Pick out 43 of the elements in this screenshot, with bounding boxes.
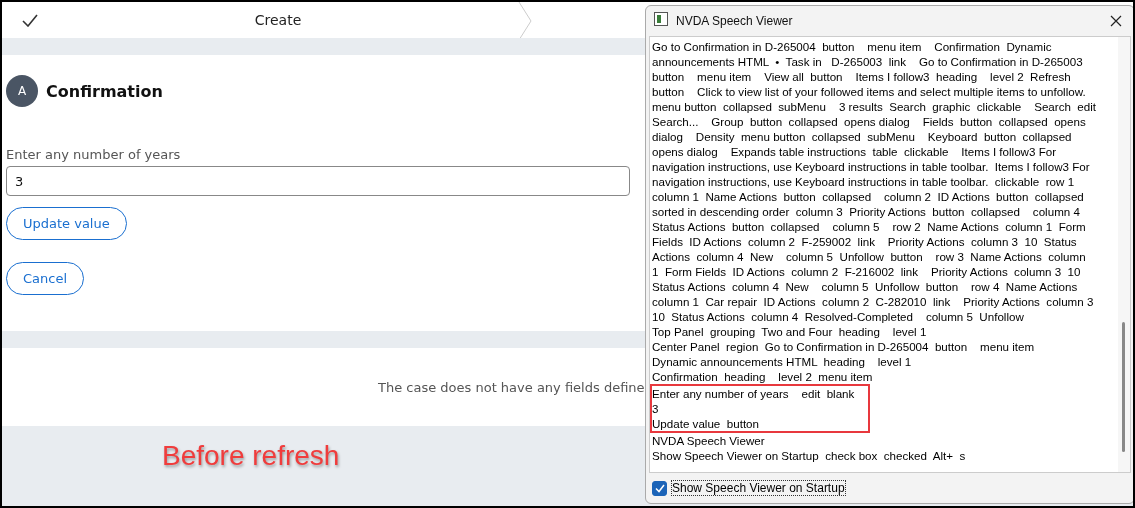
speech-line: Dynamic announcements HTML heading level 1 — [652, 353, 913, 369]
speech-line: button Click to view list of your followed items and select multiple items to unfollow. — [652, 83, 1087, 99]
checkbox[interactable] — [652, 480, 667, 496]
avatar: A — [6, 75, 38, 107]
chevron-icon — [518, 2, 532, 38]
field-label: Enter any number of years — [6, 147, 181, 162]
speech-line: Center Panel region Go to Confirmation in D-265004 button menu item — [652, 338, 1036, 354]
speech-line: Fields ID Actions column 2 F-259002 link Priority Actions column 3 10 Status — [652, 233, 1078, 249]
speech-line: Show Speech Viewer on Startup check box checked Alt+ s — [652, 447, 967, 463]
speech-line: Update value button — [652, 415, 760, 431]
speech-line: navigation instructions, use Keyboard instructions in table toolbar. clickable row 1 — [652, 173, 1076, 189]
speech-line: column 1 Car repair ID Actions column 2 C-282010 link Priority Actions column 3 — [652, 293, 1095, 309]
annotation-text: Before refresh — [162, 440, 340, 471]
speech-line: Actions column 4 New column 5 Unfollow button row 3 Name Actions column — [652, 248, 1087, 264]
speech-line: navigation instructions, use Keyboard instructions in table toolbar. Items I follow3 For — [652, 158, 1091, 174]
speech-line: announcements HTML • Task in D-265003 link Go to Confirmation in D-265003 — [652, 53, 1084, 69]
pill-button[interactable]: Update value — [6, 207, 127, 240]
checkbox-label[interactable]: Show Speech Viewer on Startup — [671, 480, 846, 496]
speech-line: dialog Density menu button collapsed subMenu Keyboard button collapsed — [652, 128, 1073, 144]
speech-line: Status Actions column 4 New column 5 Unfollow button row 4 Name Actions — [652, 278, 1079, 294]
speech-line: Status Actions button collapsed column 5 row 2 Name Actions column 1 Form — [652, 218, 1087, 234]
speech-line: 3 — [652, 400, 660, 416]
scrollbar-thumb[interactable] — [1122, 321, 1125, 452]
speech-line: NVDA Speech Viewer — [652, 432, 766, 448]
speech-line: Go to Confirmation in D-265004 button menu item Confirmation Dynamic — [652, 38, 1053, 54]
speech-line: Top Panel grouping Two and Four heading level 1 — [652, 323, 928, 339]
speech-line: sorted in descending order column 3 Priority Actions button collapsed column 4 — [652, 203, 1081, 219]
speech-line: button menu item View all button Items I follow3 heading level 2 Refresh — [652, 68, 1072, 84]
speech-line: 1 Form Fields ID Actions column 2 F-216002 link Priority Actions column 3 10 — [652, 263, 1082, 279]
close-icon[interactable] — [1110, 14, 1122, 27]
speech-line: menu button collapsed subMenu 3 results Search graphic clickable Search edit — [652, 98, 1098, 114]
input-field[interactable]: 3 — [6, 166, 630, 196]
speech-line: column 1 Name Actions button collapsed column 2 ID Actions button collapsed — [652, 188, 1085, 204]
speech-line: 10 Status Actions column 4 Resolved-Completed column 5 Unfollow — [652, 308, 1025, 324]
message-text: The case does not have any fields define — [378, 379, 645, 395]
pill-button[interactable]: Cancel — [6, 262, 85, 295]
speech-line: opens dialog Expands table instructions table clickable Items I follow3 For — [652, 143, 1058, 159]
step-label[interactable]: Create — [38, 12, 518, 28]
speech-line: Enter any number of years edit blank — [652, 385, 856, 401]
heading: Confirmation — [46, 81, 163, 101]
speech-line: Search... Group button collapsed opens dialog Fields button collapsed opens — [652, 113, 1087, 129]
window-title: NVDA Speech Viewer — [676, 13, 794, 28]
speech-line: Confirmation heading level 2 menu item — [652, 368, 874, 384]
